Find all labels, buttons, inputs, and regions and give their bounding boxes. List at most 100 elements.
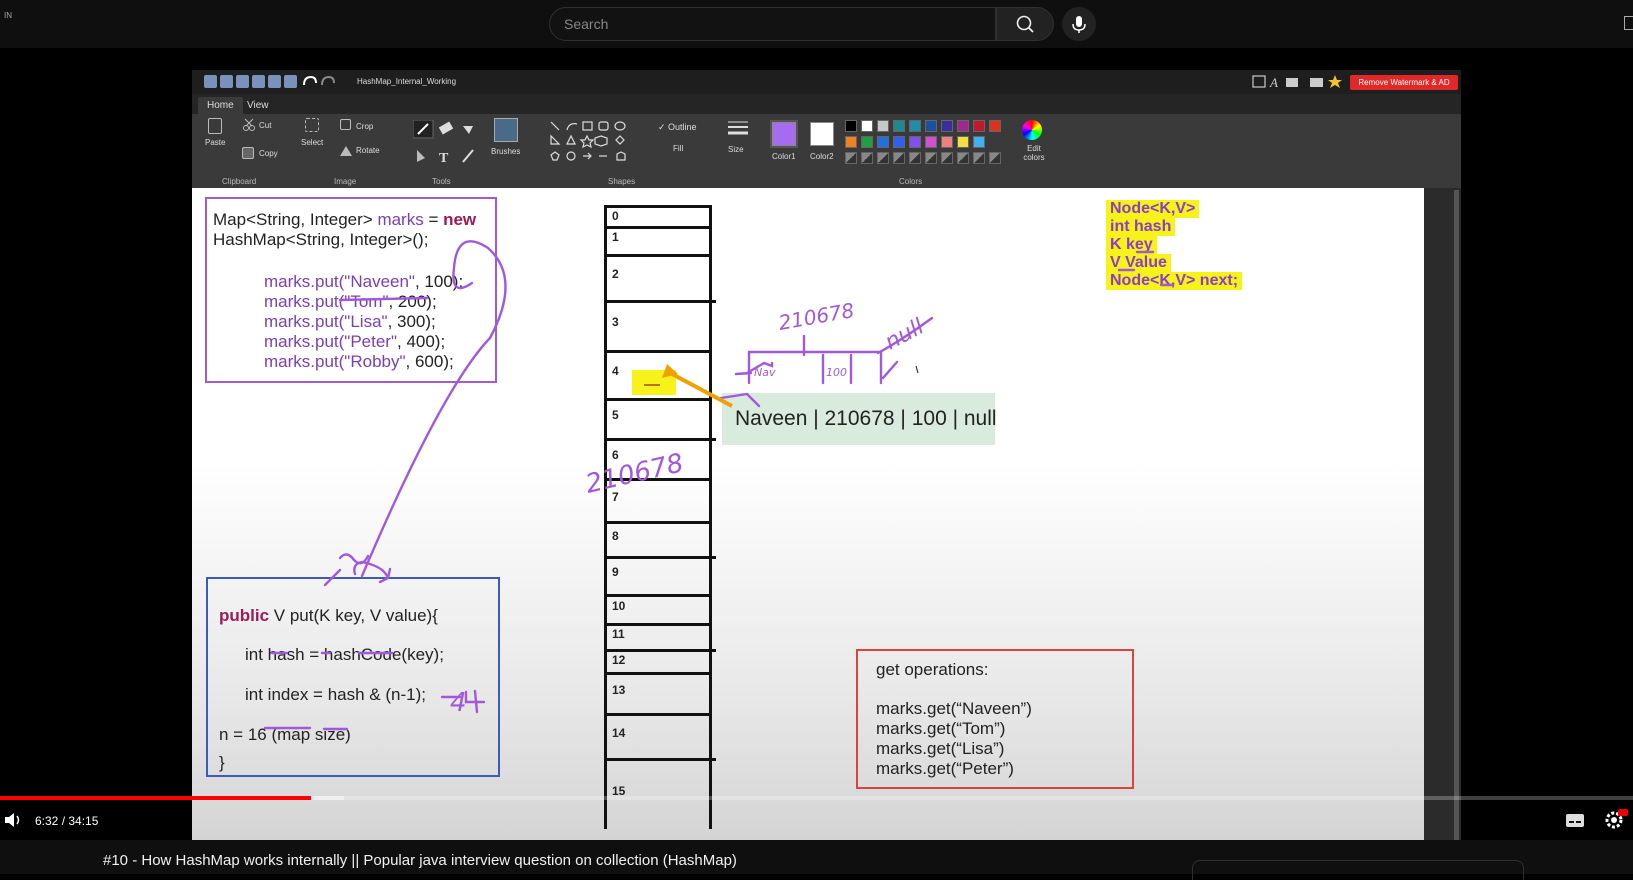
rotate-label[interactable]: Rotate	[356, 146, 380, 155]
palette-swatch[interactable]	[893, 120, 905, 132]
group-shapes: Shapes	[608, 177, 636, 186]
custom-swatch[interactable]	[893, 152, 905, 164]
cut-label[interactable]: Cut	[259, 121, 271, 130]
custom-swatch[interactable]	[909, 152, 921, 164]
paint-titlebar: HashMap_Internal_Working A Remove Waterm…	[192, 70, 1461, 94]
index-handwritten: 4	[450, 688, 467, 718]
new-file-icon	[204, 75, 217, 88]
custom-swatch[interactable]	[845, 152, 857, 164]
subtitles-icon[interactable]	[1565, 812, 1585, 828]
youtube-topbar: IN	[0, 0, 1633, 48]
hash-value-handwritten: 210678	[583, 448, 686, 500]
palette-swatch[interactable]	[973, 120, 985, 132]
color-palette[interactable]	[845, 120, 1015, 170]
custom-swatch[interactable]	[941, 152, 953, 164]
palette-swatch[interactable]	[877, 136, 889, 148]
custom-swatch[interactable]	[973, 152, 985, 164]
palette-swatch[interactable]	[973, 136, 985, 148]
settings-gear-icon[interactable]	[1604, 808, 1628, 830]
titlebar-icons: A	[1252, 75, 1342, 90]
outline-option[interactable]: ✓ Outline	[658, 122, 697, 133]
custom-swatch[interactable]	[989, 152, 1001, 164]
size-label[interactable]: Size	[728, 145, 744, 154]
size-icon[interactable]	[727, 120, 749, 138]
palette-swatch[interactable]	[893, 136, 905, 148]
undo-redo-icons	[303, 75, 335, 86]
copy-icon[interactable]	[242, 147, 254, 159]
progress-bar[interactable]	[0, 796, 1633, 800]
group-tools: Tools	[432, 177, 451, 186]
search-input[interactable]	[550, 8, 995, 40]
paste-label[interactable]: Paste	[205, 138, 225, 147]
palette-swatch[interactable]	[989, 120, 1001, 132]
palette-swatch[interactable]	[957, 136, 969, 148]
select-label[interactable]: Select	[301, 138, 323, 147]
microphone-icon	[1072, 16, 1086, 33]
palette-swatch[interactable]	[941, 136, 953, 148]
select-icon[interactable]	[305, 118, 319, 132]
custom-swatch[interactable]	[925, 152, 937, 164]
video-title: #10 - How HashMap works internally || Po…	[103, 852, 737, 869]
shapes-gallery[interactable]	[549, 120, 649, 166]
tools-grid: T	[412, 119, 483, 166]
ribbon: Paste Cut Copy Select Crop Rotate T Brus…	[192, 114, 1461, 188]
palette-swatch[interactable]	[925, 136, 937, 148]
save-icon	[236, 75, 249, 88]
drawing-canvas[interactable]: Map<String, Integer> marks = new HashMap…	[192, 188, 1424, 840]
group-clipboard: Clipboard	[222, 177, 257, 186]
custom-swatch[interactable]	[861, 152, 873, 164]
custom-swatch[interactable]	[957, 152, 969, 164]
crop-icon[interactable]	[340, 119, 351, 130]
volume-icon[interactable]	[4, 812, 22, 828]
paste-icon[interactable]	[208, 118, 222, 134]
search-button[interactable]	[996, 7, 1054, 41]
time-display: 6:32 / 34:15	[35, 814, 99, 828]
palette-swatch[interactable]	[957, 120, 969, 132]
palette-swatch[interactable]	[909, 120, 921, 132]
remove-watermark-button[interactable]: Remove Watermark & AD	[1350, 75, 1458, 90]
brushes-label[interactable]: Brushes	[491, 147, 520, 156]
edit-colors-icon[interactable]	[1022, 120, 1042, 140]
tab-home[interactable]: Home	[198, 97, 243, 114]
crop-label[interactable]: Crop	[356, 122, 373, 131]
region-code: IN	[4, 11, 12, 20]
video-info: #10 - How HashMap works internally || Po…	[0, 840, 1633, 880]
palette-swatch[interactable]	[845, 120, 857, 132]
brushes-icon[interactable]	[494, 118, 518, 142]
palette-swatch[interactable]	[909, 136, 921, 148]
color1-label[interactable]: Color1	[772, 152, 796, 161]
color2-label[interactable]: Color2	[810, 152, 834, 161]
svg-text:T: T	[439, 151, 449, 166]
voice-search-button[interactable]	[1062, 7, 1096, 41]
node-box-b-handwritten: 100	[826, 366, 847, 379]
hash-value-top-handwritten: 210678	[777, 298, 856, 335]
palette-swatch[interactable]	[925, 120, 937, 132]
search-icon	[1016, 15, 1034, 33]
rotate-icon[interactable]	[338, 144, 354, 158]
video-player[interactable]: HashMap_Internal_Working A Remove Waterm…	[0, 48, 1633, 840]
tab-view[interactable]: View	[238, 97, 278, 114]
palette-swatch[interactable]	[861, 136, 873, 148]
palette-swatch[interactable]	[845, 136, 857, 148]
palette-swatch[interactable]	[941, 120, 953, 132]
group-colors: Colors	[899, 177, 923, 186]
null-handwritten: null	[881, 314, 928, 355]
color1-swatch[interactable]	[770, 120, 798, 148]
node-box-a-handwritten: Nav	[754, 366, 776, 379]
svg-text:A: A	[1269, 75, 1278, 90]
paint-window: HashMap_Internal_Working A Remove Waterm…	[192, 70, 1461, 840]
palette-swatch[interactable]	[861, 120, 873, 132]
search-box[interactable]	[549, 7, 996, 41]
create-icon[interactable]	[1624, 16, 1633, 30]
scissors-icon[interactable]	[242, 118, 256, 132]
print-icon	[252, 75, 265, 88]
ribbon-tabs: Home View	[192, 94, 1461, 114]
copy-label[interactable]: Copy	[259, 149, 278, 158]
edit-colors-label[interactable]: Edit colors	[1022, 144, 1046, 162]
custom-swatch[interactable]	[877, 152, 889, 164]
palette-swatch[interactable]	[877, 120, 889, 132]
color2-swatch[interactable]	[810, 122, 834, 146]
group-image: Image	[334, 177, 357, 186]
canvas-scrollbar[interactable]	[1454, 190, 1459, 840]
fill-option[interactable]: Fill	[673, 144, 683, 153]
